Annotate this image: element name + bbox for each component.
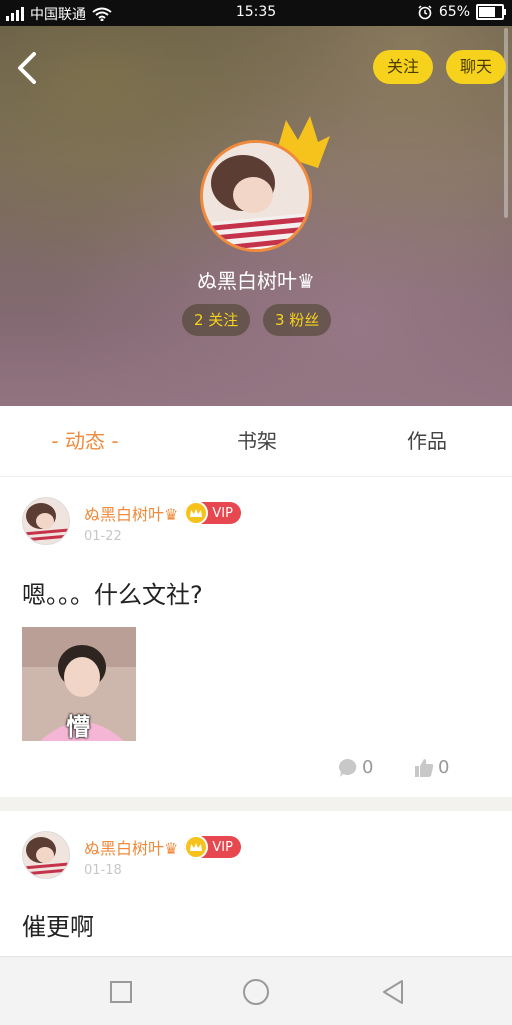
avatar-image	[200, 140, 312, 252]
back-icon[interactable]	[378, 977, 408, 1007]
post-text: 催更啊	[22, 913, 94, 941]
post-text: 嗯。。。什么文社?	[22, 581, 203, 609]
chat-button[interactable]: 聊天	[446, 50, 507, 84]
profile-tabs: - 动态 - 书架 作品	[0, 406, 512, 477]
post-date: 01-22	[84, 529, 122, 544]
comment-action[interactable]: 0	[338, 757, 373, 778]
system-navigation-bar	[0, 956, 512, 1025]
followers-count[interactable]: 3 粉丝	[263, 304, 332, 336]
vip-badge: VIP	[184, 501, 241, 525]
post-username[interactable]: ぬ黑白树叶♛	[84, 835, 178, 859]
battery-icon	[476, 4, 506, 20]
vip-crown-icon	[184, 501, 209, 525]
following-count[interactable]: 2 关注	[182, 304, 251, 336]
post-card[interactable]: ぬ黑白树叶♛ VIP 01-18 催更啊	[0, 811, 512, 956]
post-username-row: ぬ黑白树叶♛ VIP	[84, 835, 241, 859]
post-image-caption: 懵	[66, 713, 90, 741]
battery-fill	[479, 7, 495, 17]
post-username-row: ぬ黑白树叶♛ VIP	[84, 501, 241, 525]
vip-label: VIP	[212, 839, 233, 855]
back-arrow-icon[interactable]	[12, 50, 42, 86]
profile-name: ぬ黑白树叶♛	[197, 269, 315, 293]
like-count: 0	[438, 757, 450, 778]
post-divider	[0, 797, 512, 811]
profile-avatar[interactable]	[200, 140, 312, 252]
recent-apps-icon[interactable]	[106, 977, 136, 1007]
tab-activity[interactable]: - 动态 -	[20, 406, 150, 476]
battery-percent: 65%	[438, 4, 470, 20]
status-bar: 中国联通 15:35 65%	[0, 0, 512, 26]
post-username[interactable]: ぬ黑白树叶♛	[84, 501, 178, 525]
post-avatar[interactable]	[22, 497, 70, 545]
scrollbar[interactable]	[504, 28, 508, 218]
post-date: 01-18	[84, 863, 122, 878]
status-right: 65%	[417, 4, 506, 20]
post-avatar[interactable]	[22, 831, 70, 879]
post-image[interactable]: 懵	[22, 627, 136, 741]
post-avatar-illustration	[23, 832, 69, 878]
avatar-illustration	[203, 143, 309, 249]
like-action[interactable]: 0	[414, 757, 449, 778]
follow-button[interactable]: 关注	[373, 50, 434, 84]
tab-works[interactable]: 作品	[362, 406, 492, 476]
comment-icon	[339, 758, 357, 777]
alarm-icon	[418, 5, 432, 20]
post-avatar-illustration	[23, 498, 69, 544]
vip-crown-icon	[184, 835, 209, 859]
comment-count: 0	[362, 757, 374, 778]
vip-label: VIP	[212, 505, 233, 521]
home-icon[interactable]	[241, 977, 271, 1007]
vip-badge: VIP	[184, 835, 241, 859]
thumbs-up-icon	[415, 758, 434, 777]
tab-bookshelf[interactable]: 书架	[192, 406, 322, 476]
post-card[interactable]: ぬ黑白树叶♛ VIP 01-22 嗯。。。什么文社? 懵 0 0	[0, 477, 512, 797]
